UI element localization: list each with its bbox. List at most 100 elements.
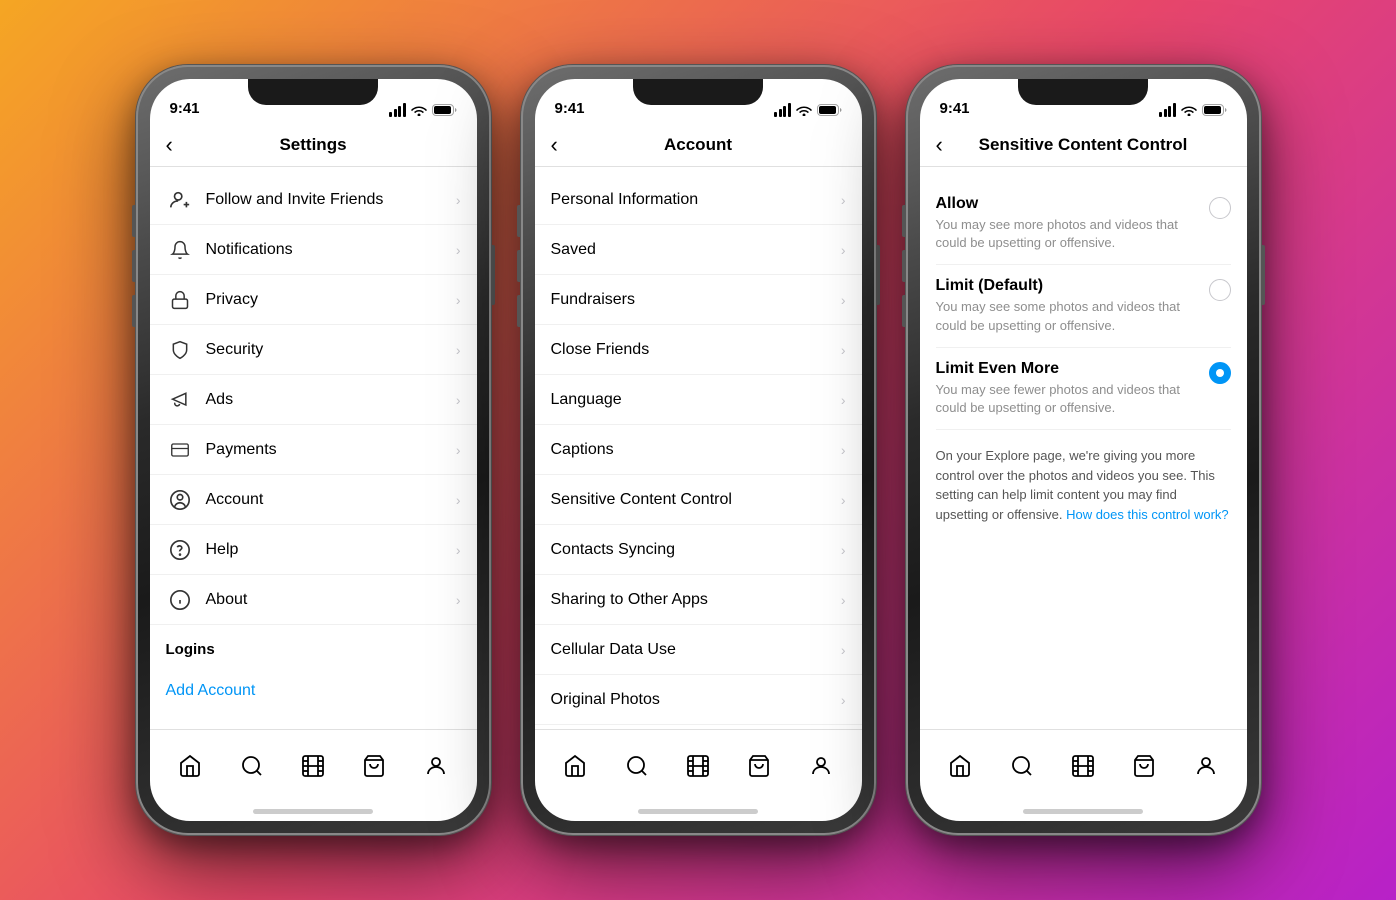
chevron-notifications: › [456,242,461,258]
tab-shop-2[interactable] [737,744,781,788]
back-btn-sensitive[interactable]: ‹ [936,132,943,158]
battery-icon-3 [1202,104,1227,116]
chevron-saved: › [841,242,846,258]
scc-option-allow[interactable]: Allow You may see more photos and videos… [936,183,1231,265]
settings-content: Follow and Invite Friends › Notification… [150,167,477,729]
settings-item-security[interactable]: Security › [150,325,477,375]
account-item-personal[interactable]: Personal Information › [535,175,862,225]
chevron-follow: › [456,192,461,208]
settings-item-notifications[interactable]: Notifications › [150,225,477,275]
volume-up-btn [132,250,136,282]
tab-profile-2[interactable] [799,744,843,788]
home-indicator-2 [535,801,862,821]
chevron-photos: › [841,692,846,708]
account-item-language[interactable]: Language › [535,375,862,425]
tab-shop-3[interactable] [1122,744,1166,788]
chevron-security: › [456,342,461,358]
tab-shop-1[interactable] [352,744,396,788]
limit-title: Limit (Default) [936,277,1197,295]
tab-profile-3[interactable] [1184,744,1228,788]
settings-item-about[interactable]: About › [150,575,477,625]
account-item-fundraisers[interactable]: Fundraisers › [535,275,862,325]
account-item-sensitive[interactable]: Sensitive Content Control › [535,475,862,525]
add-account-item[interactable]: Add Account [150,666,477,716]
wifi-icon-2 [796,104,812,116]
sensitive-title: Sensitive Content Control [979,135,1188,155]
tab-reels-1[interactable] [291,744,335,788]
account-item-saved[interactable]: Saved › [535,225,862,275]
settings-item-follow[interactable]: Follow and Invite Friends › [150,175,477,225]
allow-radio[interactable] [1209,197,1231,219]
fundraisers-label: Fundraisers [551,291,841,309]
allow-desc: You may see more photos and videos that … [936,216,1197,252]
privacy-label: Privacy [206,291,456,309]
original-photos-label: Original Photos [551,691,841,709]
settings-item-account[interactable]: Account › [150,475,477,525]
tab-search-2[interactable] [615,744,659,788]
nav-header-settings: ‹ Settings [150,123,477,167]
person-circle-icon [166,489,194,511]
card-icon [166,441,194,459]
limit-more-radio[interactable] [1209,362,1231,384]
scc-option-limit-more[interactable]: Limit Even More You may see fewer photos… [936,348,1231,430]
scc-options-container: Allow You may see more photos and videos… [920,167,1247,556]
tab-reels-2[interactable] [676,744,720,788]
scc-option-limit-more-text: Limit Even More You may see fewer photos… [936,360,1197,417]
tab-bar-1 [150,729,477,801]
account-item-close-friends[interactable]: Close Friends › [535,325,862,375]
account-item-sharing[interactable]: Sharing to Other Apps › [535,575,862,625]
back-btn-account[interactable]: ‹ [551,132,558,158]
phone-2: 9:41 ‹ [521,65,876,835]
allow-title: Allow [936,195,1197,213]
scc-option-limit-text: Limit (Default) You may see some photos … [936,277,1197,334]
settings-item-payments[interactable]: Payments › [150,425,477,475]
back-btn-settings[interactable]: ‹ [166,132,173,158]
logins-section-header: Logins [150,625,477,666]
scc-description: On your Explore page, we're giving you m… [936,430,1231,540]
tab-bar-3 [920,729,1247,801]
volume-up-btn-2 [517,250,521,282]
battery-icon-2 [817,104,842,116]
sharing-label: Sharing to Other Apps [551,591,841,609]
settings-item-ads[interactable]: Ads › [150,375,477,425]
bell-icon [166,239,194,261]
chevron-close-friends: › [841,342,846,358]
chevron-about: › [456,592,461,608]
tab-home-2[interactable] [553,744,597,788]
megaphone-icon [166,390,194,410]
account-item-contacts[interactable]: Contacts Syncing › [535,525,862,575]
account-item-cellular[interactable]: Cellular Data Use › [535,625,862,675]
personal-info-label: Personal Information [551,191,841,209]
account-item-captions[interactable]: Captions › [535,425,862,475]
tab-search-3[interactable] [1000,744,1044,788]
limit-radio[interactable] [1209,279,1231,301]
payments-label: Payments [206,441,456,459]
tab-reels-3[interactable] [1061,744,1105,788]
account-label: Account [206,491,456,509]
chevron-fundraisers: › [841,292,846,308]
home-bar-3 [1023,809,1143,814]
tab-search-1[interactable] [230,744,274,788]
chevron-account: › [456,492,461,508]
tab-profile-1[interactable] [414,744,458,788]
scc-option-limit[interactable]: Limit (Default) You may see some photos … [936,265,1231,347]
account-item-photos[interactable]: Original Photos › [535,675,862,725]
screen-account: 9:41 ‹ [535,79,862,821]
screen-sensitive: 9:41 ‹ [920,79,1247,821]
shield-icon [166,339,194,361]
settings-item-help[interactable]: Help › [150,525,477,575]
scc-link[interactable]: How does this control work? [1066,507,1229,522]
account-title: Account [664,135,732,155]
chevron-captions: › [841,442,846,458]
limit-desc: You may see some photos and videos that … [936,298,1197,334]
tab-home-3[interactable] [938,744,982,788]
settings-item-privacy[interactable]: Privacy › [150,275,477,325]
log-out-item[interactable]: Log Out [150,716,477,729]
phone-3: 9:41 ‹ [906,65,1261,835]
screen-settings: 9:41 [150,79,477,821]
status-time-1: 9:41 [170,100,200,117]
tab-home-1[interactable] [168,744,212,788]
chevron-payments: › [456,442,461,458]
about-label: About [206,591,456,609]
status-icons-2 [774,103,842,117]
